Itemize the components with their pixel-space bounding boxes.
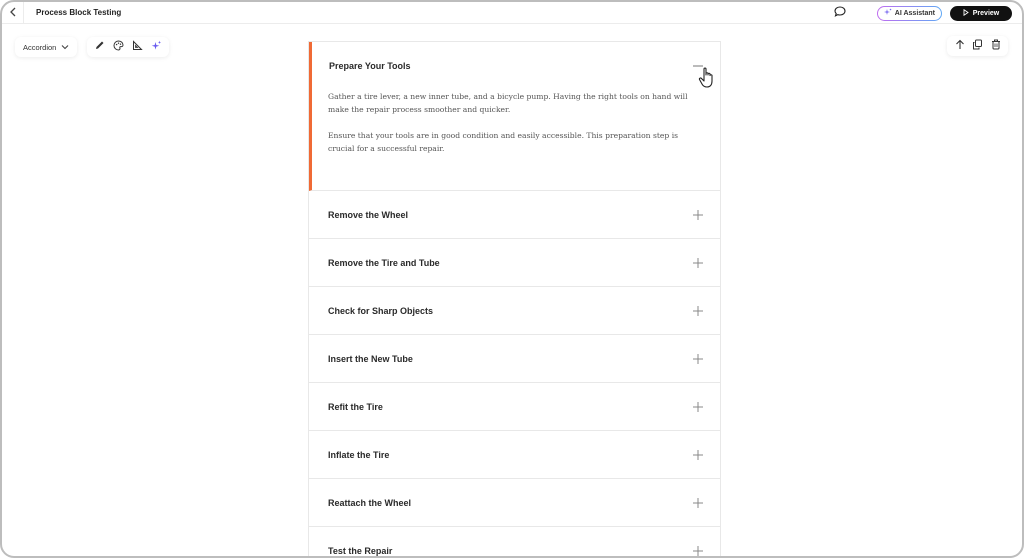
top-bar: Process Block Testing AI Assistant Previ… <box>2 2 1022 24</box>
layout-button[interactable] <box>130 40 145 55</box>
ai-assistant-button[interactable]: AI Assistant <box>877 6 942 21</box>
play-icon <box>963 8 969 18</box>
comment-button[interactable] <box>831 4 849 22</box>
accordion-title: Prepare Your Tools <box>329 61 411 71</box>
delete-button[interactable] <box>988 39 1003 54</box>
accordion-item: Refit the Tire <box>309 383 720 431</box>
palette-icon <box>113 38 124 56</box>
duplicate-button[interactable] <box>970 39 985 54</box>
set-square-icon <box>132 38 143 56</box>
move-up-button[interactable] <box>952 39 967 54</box>
accordion-item: Insert the New Tube <box>309 335 720 383</box>
page-title: Process Block Testing <box>36 8 122 17</box>
plus-icon[interactable] <box>692 497 704 509</box>
accordion-item: Test the Repair <box>309 527 720 557</box>
accordion-title: Inflate the Tire <box>328 449 390 460</box>
block-actions <box>947 36 1008 56</box>
sparkle-icon <box>151 38 162 56</box>
accordion-content: Gather a tire lever, a new inner tube, a… <box>312 90 720 155</box>
accordion-title: Remove the Wheel <box>328 209 409 220</box>
accordion-header[interactable]: Reattach the Wheel <box>309 479 720 526</box>
pencil-icon <box>94 38 105 56</box>
accordion-item: Remove the Tire and Tube <box>309 239 720 287</box>
arrow-up-icon <box>955 37 965 55</box>
accordion-title: Test the Repair <box>328 545 393 556</box>
edit-button[interactable] <box>92 40 107 55</box>
back-button[interactable] <box>2 2 24 24</box>
process-accordion: Prepare Your Tools Gather a tire lever, … <box>308 41 721 557</box>
preview-label: Preview <box>972 9 1000 17</box>
block-tools <box>87 37 169 57</box>
plus-icon[interactable] <box>692 305 704 317</box>
accordion-header[interactable]: Refit the Tire <box>309 383 720 430</box>
ai-assistant-label: AI Assistant <box>894 9 935 17</box>
style-button[interactable] <box>111 40 126 55</box>
accordion-header[interactable]: Prepare Your Tools <box>312 42 720 90</box>
comment-icon <box>834 4 846 22</box>
block-type-label: Accordion <box>23 42 57 52</box>
ai-tools-button[interactable] <box>149 40 164 55</box>
accordion-header[interactable]: Inflate the Tire <box>309 431 720 478</box>
sparkle-icon <box>883 8 892 18</box>
accordion-header[interactable]: Remove the Wheel <box>309 191 720 238</box>
accordion-title: Refit the Tire <box>328 401 383 412</box>
plus-icon[interactable] <box>692 401 704 413</box>
plus-icon[interactable] <box>692 353 704 365</box>
accordion-title: Remove the Tire and Tube <box>328 257 440 268</box>
accordion-paragraph: Ensure that your tools are in good condi… <box>328 131 679 153</box>
plus-icon[interactable] <box>692 545 704 557</box>
hand-cursor-icon <box>698 66 718 95</box>
accordion-header[interactable]: Remove the Tire and Tube <box>309 239 720 286</box>
accordion-title: Check for Sharp Objects <box>328 305 434 316</box>
top-bar-actions: AI Assistant Preview <box>831 4 1012 22</box>
chevron-down-icon <box>61 43 69 52</box>
accordion-item: Check for Sharp Objects <box>309 287 720 335</box>
app-window: Process Block Testing AI Assistant Previ… <box>0 0 1024 558</box>
block-type-select[interactable]: Accordion <box>15 37 78 57</box>
accordion-header[interactable]: Insert the New Tube <box>309 335 720 382</box>
accordion-paragraph: Gather a tire lever, a new inner tube, a… <box>328 92 688 114</box>
accordion-title: Reattach the Wheel <box>328 497 412 508</box>
plus-icon[interactable] <box>692 449 704 461</box>
plus-icon[interactable] <box>692 209 704 221</box>
accordion-title: Insert the New Tube <box>328 353 413 364</box>
preview-button[interactable]: Preview <box>950 5 1012 21</box>
plus-icon[interactable] <box>692 257 704 269</box>
accordion-item: Reattach the Wheel <box>309 479 720 527</box>
accordion-item: Prepare Your Tools Gather a tire lever, … <box>309 42 720 191</box>
chevron-left-icon <box>9 4 17 22</box>
accordion-header[interactable]: Check for Sharp Objects <box>309 287 720 334</box>
accordion-item: Inflate the Tire <box>309 431 720 479</box>
accordion-header[interactable]: Test the Repair <box>309 527 720 557</box>
accordion-item: Remove the Wheel <box>309 191 720 239</box>
copy-icon <box>972 37 983 55</box>
trash-icon <box>991 37 1001 55</box>
